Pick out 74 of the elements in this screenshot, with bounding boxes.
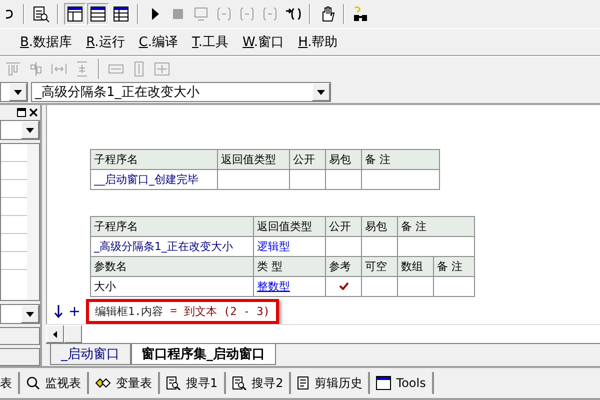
caret-down-icon bbox=[26, 312, 34, 316]
vertical-scrollbar[interactable] bbox=[27, 144, 39, 300]
object-dropdown[interactable] bbox=[0, 82, 28, 102]
layout-split-button[interactable] bbox=[87, 3, 109, 25]
layout-top-button[interactable] bbox=[64, 3, 86, 25]
scroll-thumb[interactable] bbox=[64, 325, 82, 343]
dropdown[interactable] bbox=[0, 120, 40, 140]
down-arrow-icon[interactable] bbox=[54, 305, 63, 318]
header-cell: 数组 bbox=[398, 256, 434, 276]
header-cell: 易包 bbox=[362, 216, 398, 236]
subroutine-name[interactable]: __启动窗口_创建完毕 bbox=[90, 170, 218, 190]
window-icon bbox=[376, 376, 392, 390]
caret-down-icon bbox=[26, 128, 34, 132]
header-cell: 参数名 bbox=[90, 256, 254, 276]
header-cell: 备 注 bbox=[434, 256, 474, 276]
document-search-icon bbox=[232, 376, 247, 390]
dropdown-button[interactable] bbox=[21, 121, 39, 139]
dropdown[interactable] bbox=[0, 304, 40, 324]
caret-left-icon bbox=[53, 330, 57, 338]
search-icon bbox=[26, 376, 40, 390]
dropdown-button[interactable] bbox=[9, 83, 27, 101]
table-cell: 大小 bbox=[90, 276, 254, 296]
panel-tab[interactable]: 搜寻2 bbox=[226, 372, 292, 394]
header-cell: 返回值类型 bbox=[218, 150, 290, 170]
menu-item[interactable]: W.窗口 bbox=[242, 33, 284, 51]
layout-split-icon bbox=[89, 5, 107, 23]
restore-icon[interactable] bbox=[17, 108, 26, 117]
panel-tab[interactable]: 剪辑历史 bbox=[291, 372, 370, 394]
header-cell: 返回值类型 bbox=[254, 216, 326, 236]
panel-tab[interactable]: 监视表 bbox=[20, 372, 89, 394]
property-list[interactable] bbox=[0, 143, 40, 301]
undo-icon[interactable] bbox=[6, 7, 14, 21]
scroll-left-button[interactable] bbox=[46, 325, 64, 343]
layout-grid-icon bbox=[112, 5, 130, 23]
header-cell: 子程序名 bbox=[90, 150, 218, 170]
header-cell: 易包 bbox=[326, 150, 362, 170]
layout-top-icon bbox=[66, 5, 84, 23]
header-cell: 公开 bbox=[290, 150, 326, 170]
size-both-icon bbox=[153, 60, 171, 78]
caret-down-icon bbox=[14, 90, 22, 94]
menu-item[interactable]: B.数据库 bbox=[20, 33, 72, 51]
align-top-icon bbox=[4, 60, 22, 78]
header-cell: 类 型 bbox=[254, 256, 326, 276]
panel-tab[interactable]: 变量表 bbox=[89, 372, 160, 394]
menu-item[interactable]: C.编译 bbox=[138, 33, 178, 51]
dropdown-button[interactable] bbox=[312, 83, 330, 101]
menu-item[interactable]: T.工具 bbox=[192, 33, 229, 51]
caret-down-icon bbox=[317, 90, 325, 94]
dropdown-button[interactable] bbox=[21, 305, 39, 323]
header-cell: 公开 bbox=[326, 216, 362, 236]
document-search-icon bbox=[166, 376, 181, 390]
document-tab[interactable]: _启动窗口 bbox=[50, 344, 130, 365]
header-cell: 可空 bbox=[362, 256, 398, 276]
panel-tab[interactable]: Tools bbox=[370, 372, 434, 394]
document-tab[interactable]: 窗口程序集_启动窗口 bbox=[130, 344, 276, 365]
menu-item[interactable]: R.运行 bbox=[86, 33, 125, 51]
preview-icon bbox=[32, 5, 50, 23]
menu-item[interactable]: H.帮助 bbox=[298, 33, 338, 51]
table-cell: 整数型 bbox=[254, 276, 326, 296]
header-cell: 子程序名 bbox=[90, 216, 254, 236]
plus-icon[interactable] bbox=[70, 307, 79, 316]
horizontal-scrollbar[interactable] bbox=[46, 324, 600, 343]
close-icon[interactable] bbox=[29, 108, 38, 117]
document-icon bbox=[297, 376, 310, 390]
panel-tab[interactable] bbox=[0, 348, 40, 366]
header-cell: 参考 bbox=[326, 256, 362, 276]
header-cell: 备 注 bbox=[362, 150, 440, 170]
diamonds-icon bbox=[95, 377, 111, 389]
code-editor[interactable]: 子程序名 返回值类型 公开 易包 备 注 __启动窗口_创建完毕 子程序名 返回值类型 公开 易包 备 注 _高级分隔条1_正在改变大小 逻辑型 参数名 类 型 参考 可空 数组 备 注 大小 整数型 编辑框1.内容 = 到文本 (2 - 3) bbox=[46, 105, 600, 324]
panel-tab[interactable]: 表 bbox=[0, 372, 20, 394]
header-cell: 备 注 bbox=[398, 216, 474, 236]
panel-tab[interactable]: 搜寻1 bbox=[160, 372, 226, 394]
method-dropdown[interactable]: _高级分隔条1_正在改变大小 bbox=[31, 82, 331, 102]
dropdown-value: _高级分隔条1_正在改变大小 bbox=[34, 84, 200, 101]
